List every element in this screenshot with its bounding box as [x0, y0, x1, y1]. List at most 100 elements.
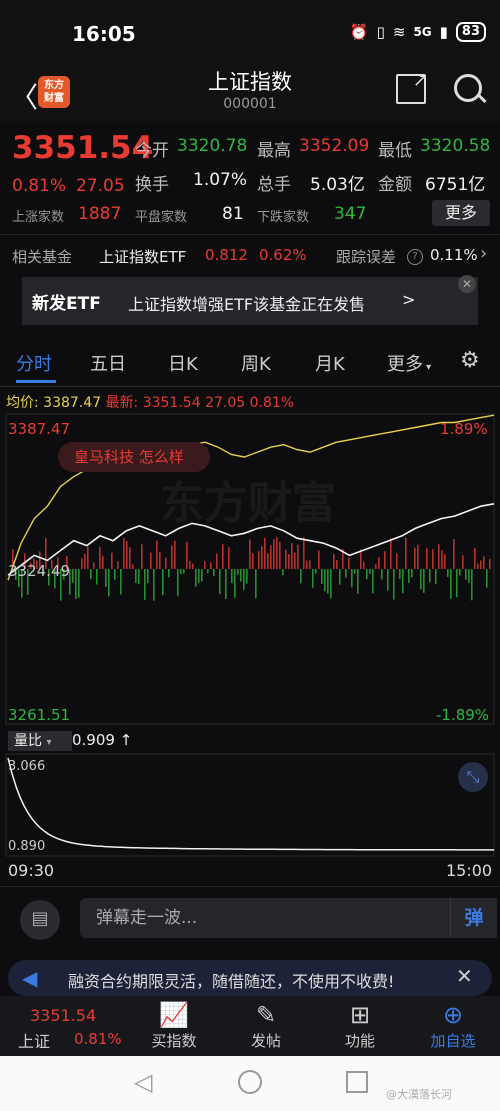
volume-bar: [456, 569, 458, 598]
volume-bar: [489, 558, 491, 569]
volume-bar: [336, 560, 338, 569]
chart-tabs: 分时 五日 日K 周K 月K 更多 ▾ ⚙: [0, 342, 500, 384]
volume-ratio-selector[interactable]: 量比 ▾: [8, 731, 72, 751]
volume-bar: [258, 551, 260, 569]
x-end-label: 15:00: [446, 861, 493, 880]
danmaku-settings-icon[interactable]: ▤: [20, 900, 60, 940]
nav-add-watchlist[interactable]: ⊕ 加自选: [418, 1000, 488, 1051]
change-pct: 0.81%: [12, 176, 67, 196]
volume-bar: [324, 569, 326, 592]
volume-bar: [237, 569, 239, 575]
system-icons: ⏰ ▯ ≋ 5G ▮ 83: [350, 22, 486, 42]
volume-bar: [180, 569, 182, 575]
current-price: 3351.54: [12, 130, 154, 166]
fund-price: 0.812: [205, 246, 248, 264]
danmaku-input[interactable]: 弹幕走一波...: [80, 898, 450, 938]
chevron-right-icon[interactable]: ›: [480, 243, 487, 264]
volume-bar: [192, 563, 194, 569]
volume-bar: [144, 569, 146, 600]
volume-bar: [75, 569, 77, 599]
fund-name[interactable]: 上证指数ETF: [99, 246, 186, 267]
tab-more[interactable]: 更多 ▾: [387, 350, 431, 376]
volume-ratio-number: 0.909: [72, 731, 115, 749]
more-button[interactable]: 更多: [432, 200, 490, 226]
last-label: 最新:: [105, 395, 139, 411]
avg-label: 均价:: [6, 395, 39, 411]
volume-bar: [354, 569, 356, 574]
volume-bar: [291, 543, 293, 569]
nav-back-icon[interactable]: ◁: [134, 1068, 152, 1096]
share-icon[interactable]: ↗: [396, 70, 428, 104]
volume-bar: [288, 554, 290, 569]
search-icon[interactable]: [454, 74, 487, 104]
intraday-chart[interactable]: 东方财富 皇马科技 怎么样 3387.47 1.89% 3324.49 3261…: [0, 410, 500, 730]
danmaku-toggle-button[interactable]: 弹: [450, 898, 497, 938]
amount-label: 金额: [378, 175, 412, 195]
volume-bar: [450, 569, 452, 599]
tab-daily-k[interactable]: 日K: [168, 350, 198, 376]
nav-buy-index[interactable]: 📈 买指数: [139, 1000, 209, 1051]
volume-bar: [339, 569, 341, 585]
status-bar: 16:05 ⏰ ▯ ≋ 5G ▮ 83: [0, 0, 500, 66]
tab-weekly-k[interactable]: 周K: [241, 350, 271, 376]
volume-bar: [111, 552, 113, 569]
up-count: 1887: [78, 204, 122, 224]
volume-bar: [444, 554, 446, 569]
volume-bar: [369, 569, 371, 574]
nav-add-label: 加自选: [430, 1032, 476, 1050]
nav-functions[interactable]: ⊞ 功能: [325, 1000, 395, 1051]
help-icon[interactable]: ?: [407, 249, 423, 265]
volume-bar: [330, 569, 332, 599]
volume-bar: [171, 545, 173, 569]
volume-bar: [360, 549, 362, 569]
volume-bar: [189, 560, 191, 569]
volume-bar: [366, 569, 368, 580]
tab-intraday[interactable]: 分时: [16, 350, 52, 376]
volume-bar: [405, 537, 407, 569]
volume-bar: [378, 557, 380, 569]
volume-bar: [120, 569, 122, 595]
nav-post[interactable]: ✎ 发帖: [231, 1000, 301, 1051]
volume-bar: [129, 547, 131, 569]
tracking-error-label: 跟踪误差: [336, 248, 397, 266]
open-label: 今开: [135, 141, 169, 161]
volume-bar: [408, 569, 410, 583]
volume-bar: [396, 553, 398, 569]
volume-bar: [357, 569, 359, 594]
volume-bar: [333, 553, 335, 569]
low-label: 最低: [378, 141, 412, 161]
header: 〈 东方 财富 上证指数 000001 ↗: [0, 66, 500, 122]
volume-bar: [141, 544, 143, 569]
nav-home-icon[interactable]: [238, 1070, 262, 1094]
tab-monthly-k[interactable]: 月K: [315, 350, 345, 376]
volume-bar: [159, 551, 161, 569]
turnover-label: 换手: [135, 175, 169, 195]
y-mid-label: 3324.49: [8, 562, 70, 580]
volume-bar: [81, 558, 83, 569]
low-value: 3320.58: [420, 136, 491, 156]
close-icon[interactable]: ✕: [456, 964, 473, 988]
comment-bar: ▤ 弹幕走一波... 弹: [20, 898, 497, 940]
caret-down-icon: ▾: [423, 362, 432, 373]
tab-five-day[interactable]: 五日: [90, 350, 126, 376]
volume-bar: [87, 546, 89, 569]
volume-ratio-value: 0.909 ↑: [72, 731, 132, 749]
volume-bar: [108, 569, 110, 597]
volume-bar: [201, 569, 203, 582]
banner-arrow-icon: >: [402, 290, 416, 309]
volume-bar: [186, 541, 188, 569]
gear-icon[interactable]: ⚙: [460, 348, 480, 373]
volume-bar: [207, 569, 209, 574]
expand-icon[interactable]: ⤡: [458, 762, 488, 792]
nav-recents-icon[interactable]: [346, 1071, 368, 1093]
volume-ratio-label: 量比: [14, 733, 42, 749]
volume-bar: [387, 569, 389, 591]
volume-bar: [432, 549, 434, 569]
volume-bar: [348, 557, 350, 569]
promo-banner[interactable]: ◀ 融资合约期限灵活，随借随还，不使用不收费! ✕: [8, 960, 492, 996]
volume-bar: [471, 569, 473, 601]
etf-banner[interactable]: 新发ETF 上证指数增强ETF该基金正在发售 > ✕: [22, 275, 478, 325]
volume-bar: [318, 550, 320, 569]
volume-bar: [243, 569, 245, 590]
close-icon[interactable]: ✕: [458, 275, 476, 293]
